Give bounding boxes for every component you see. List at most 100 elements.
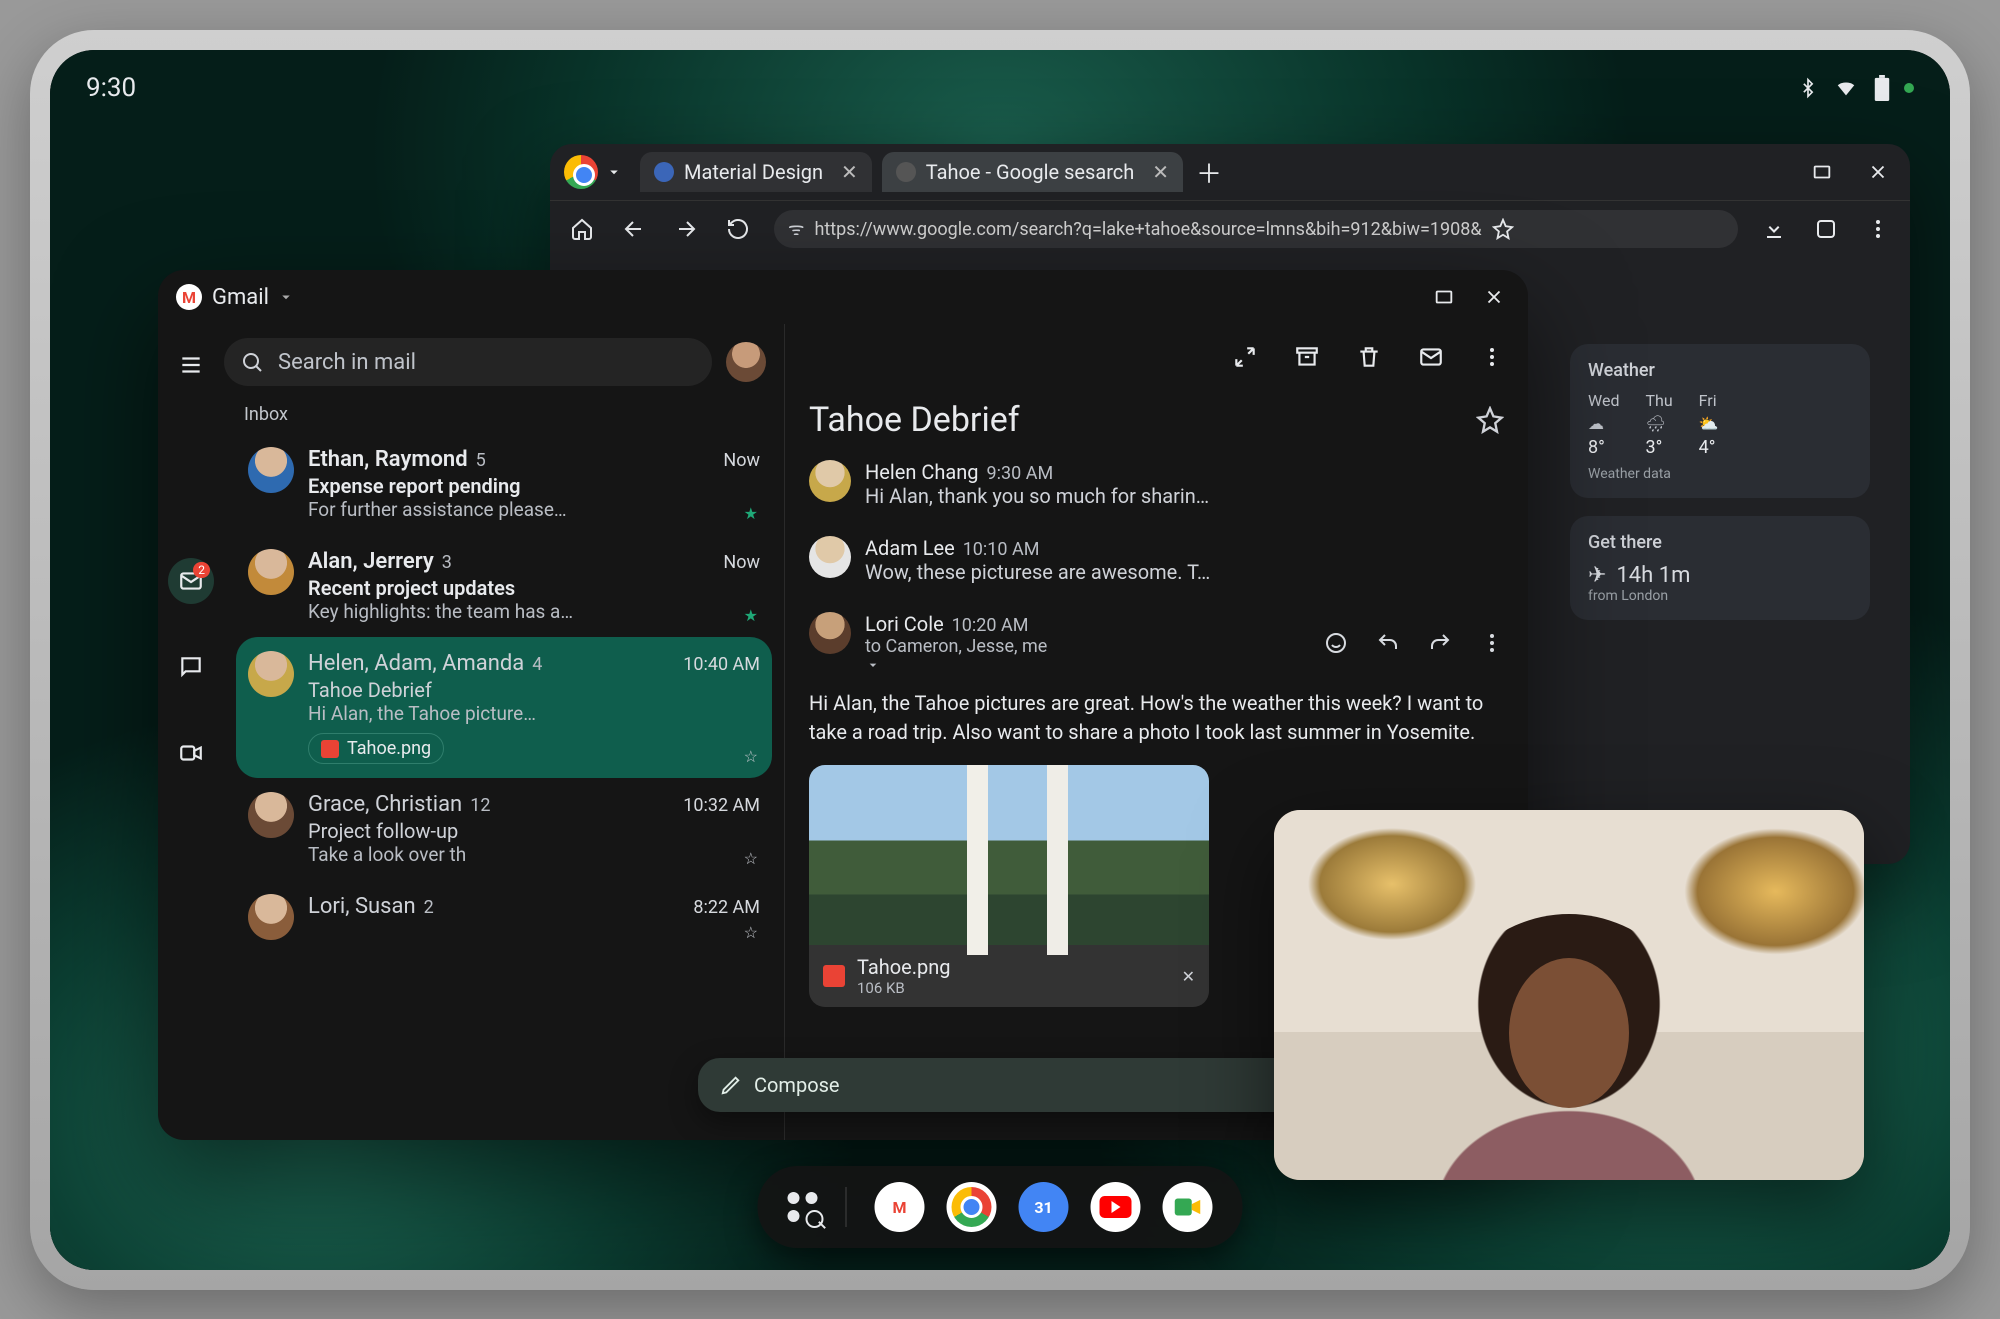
taskbar-youtube-button[interactable] [1091,1182,1141,1232]
search-placeholder: Search in mail [278,350,416,375]
avatar [248,792,294,838]
tab-close-button[interactable]: ✕ [841,160,858,184]
taskbar-gmail-button[interactable]: M [875,1182,925,1232]
thread-snippet: Hi Alan, the Tahoe picture… [308,702,760,725]
reply-button[interactable] [1376,631,1400,655]
collapsed-message[interactable]: Helen Chang9:30 AMHi Alan, thank you so … [785,446,1528,522]
thread-list-pane: Search in mail Inbox Ethan, Raymond5NowE… [224,324,785,1140]
attachment-chip[interactable]: Tahoe.png [308,733,444,764]
thread-count: 5 [476,450,486,471]
screen: 9:30 Material Design ✕ Tahoe - Google se… [50,50,1950,1270]
tabs-button[interactable] [1810,213,1842,245]
avatar [248,549,294,595]
window-close-button[interactable] [1478,281,1510,313]
message-body: Hi Alan, the Tahoe pictures are great. H… [785,687,1528,757]
search-side-cards: Weather Wed☁︎8° Thu🌧3° Fri⛅4° Weather da… [1570,344,1870,638]
home-button[interactable] [566,213,598,245]
star-button[interactable]: ☆ [744,849,758,868]
open-message-header: Lori Cole10:20 AM to Cameron, Jesse, me [785,598,1528,687]
battery-icon [1874,75,1890,101]
overflow-button[interactable] [1480,345,1504,369]
new-tab-button[interactable]: ＋ [1193,156,1225,188]
downloads-button[interactable] [1758,213,1790,245]
reload-button[interactable] [722,213,754,245]
tab-dropdown-button[interactable] [598,156,630,188]
attachment-preview[interactable]: Tahoe.png 106 KB ✕ [809,765,1209,1007]
star-button[interactable]: ★ [744,504,758,523]
weather-card[interactable]: Weather Wed☁︎8° Thu🌧3° Fri⛅4° Weather da… [1570,344,1870,498]
recipients-dropdown-button[interactable] [865,657,1310,673]
tab-label: Material Design [684,160,823,184]
nav-mail-button[interactable]: 2 [168,558,214,604]
menu-button[interactable] [168,342,214,388]
collapsed-message[interactable]: Adam Lee10:10 AMWow, these picturese are… [785,522,1528,598]
taskbar-meet-button[interactable] [1163,1182,1213,1232]
window-restore-button[interactable] [1428,281,1460,313]
thread-item[interactable]: Alan, Jerrery3NowRecent project updatesK… [236,535,772,637]
thread-item[interactable]: Lori, Susan28:22 AM☆ [236,880,772,954]
star-button[interactable]: ★ [744,606,758,625]
nav-meet-button[interactable] [168,730,214,776]
window-restore-button[interactable] [1806,156,1838,188]
window-close-button[interactable] [1862,156,1894,188]
search-icon [806,1210,824,1228]
attachment-close-button[interactable]: ✕ [1182,967,1195,986]
message-overflow-button[interactable] [1480,631,1504,655]
forward-button[interactable] [1428,631,1452,655]
star-button[interactable]: ☆ [744,747,758,766]
avatar [809,612,851,654]
overflow-button[interactable] [1862,213,1894,245]
mark-unread-button[interactable] [1418,344,1444,370]
browser-tab-2[interactable]: Tahoe - Google sesarch ✕ [882,152,1183,192]
pencil-icon [720,1074,742,1096]
delete-button[interactable] [1356,344,1382,370]
pip-face [1509,958,1629,1108]
tab-close-button[interactable]: ✕ [1152,160,1169,184]
weather-title: Weather [1588,360,1852,381]
forward-button[interactable] [670,213,702,245]
thread-count: 3 [442,552,452,573]
browser-titlebar: Material Design ✕ Tahoe - Google sesarch… [550,144,1910,201]
omnibox[interactable]: ᯤ https://www.google.com/search?q=lake+t… [774,210,1738,248]
chrome-logo-icon [564,155,598,189]
avatar [248,651,294,697]
browser-tab-1[interactable]: Material Design ✕ [640,152,872,192]
weather-icon: 🌧 [1645,414,1665,433]
thread-count: 2 [424,897,434,918]
thread-item[interactable]: Grace, Christian1210:32 AMProject follow… [236,778,772,880]
plane-icon: ✈︎ [1588,563,1606,588]
status-dot-icon [1904,83,1914,93]
thread-time: Now [723,450,760,471]
taskbar-chrome-button[interactable] [947,1182,997,1232]
archive-button[interactable] [1294,344,1320,370]
thread-item[interactable]: Ethan, Raymond5NowExpense report pending… [236,433,772,535]
video-call-pip[interactable] [1274,810,1864,1180]
back-button[interactable] [618,213,650,245]
nav-chat-button[interactable] [168,644,214,690]
tab-label: Tahoe - Google sesarch [926,160,1135,184]
site-info-icon[interactable]: ᯤ [788,217,804,241]
thread-names: Ethan, Raymond [308,447,468,472]
expand-button[interactable] [1232,344,1258,370]
status-time: 9:30 [86,73,136,103]
get-there-card[interactable]: Get there ✈︎ 14h 1m from London [1570,516,1870,620]
star-button[interactable]: ☆ [744,923,758,942]
launcher-button[interactable] [788,1192,818,1222]
tab-favicon-icon [896,162,916,182]
bookmark-button[interactable] [1492,218,1514,240]
thread-subject: Recent project updates [308,576,760,600]
thread-time: Now [723,552,760,573]
account-dropdown-button[interactable] [277,288,295,306]
file-icon [823,965,845,987]
gmail-app-name: Gmail [212,285,269,310]
search-icon [240,350,264,374]
thread-list[interactable]: Ethan, Raymond5NowExpense report pending… [224,433,784,1140]
thread-time: 10:40 AM [683,654,760,675]
thread-item[interactable]: Helen, Adam, Amanda410:40 AMTahoe Debrie… [236,637,772,778]
file-icon [321,740,339,758]
taskbar-calendar-button[interactable]: 31 [1019,1182,1069,1232]
search-input[interactable]: Search in mail [224,338,712,386]
profile-avatar-button[interactable] [726,342,766,382]
react-button[interactable] [1324,631,1348,655]
star-button[interactable] [1476,406,1504,434]
